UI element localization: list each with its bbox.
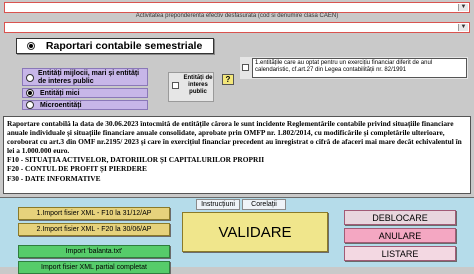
entity-option-small-label: Entități mici	[39, 90, 80, 97]
import-f20-button[interactable]: 2.Import fisier XML - F20 la 30/06/AP	[18, 223, 170, 236]
import-balanta-label: Import 'balanta.txt'	[65, 248, 123, 255]
tab-correlations[interactable]: Corelații	[242, 199, 286, 210]
entity-option-large-radio[interactable]	[26, 74, 34, 82]
entity-option-large-label: Entități mijlocii, mari și entități de i…	[38, 70, 140, 85]
import-f20-label: 2.Import fisier XML - F20 la 30/06/AP	[36, 226, 152, 233]
activity-select-2[interactable]: ▼	[4, 22, 470, 33]
activity-select-1[interactable]: ▼	[4, 2, 470, 13]
listare-button[interactable]: LISTARE	[344, 246, 456, 261]
fiscal-year-option: 1.entitățile care au optat pentru un exe…	[240, 57, 468, 79]
entity-option-micro[interactable]: Microentități	[22, 100, 148, 110]
chevron-down-icon[interactable]: ▼	[458, 24, 468, 31]
tab-instructions[interactable]: Instrucțiuni	[196, 199, 240, 210]
import-f10-label: 1.Import fisier XML - F10 la 31/12/AP	[36, 210, 152, 217]
entity-option-small[interactable]: Entități mici	[22, 88, 148, 98]
entity-option-micro-radio[interactable]	[26, 101, 34, 110]
report-description: Raportare contabilă la data de 30.06.202…	[3, 116, 471, 194]
report-description-text: Raportare contabilă la data de 30.06.202…	[7, 119, 462, 156]
public-interest-checkbox[interactable]	[172, 82, 179, 89]
anulare-button[interactable]: ANULARE	[344, 228, 456, 243]
report-type-radio[interactable]	[27, 42, 35, 51]
help-button[interactable]: ?	[222, 74, 234, 85]
fiscal-year-info: 1.entitățile care au optat pentru un exe…	[252, 58, 467, 78]
activity-caption: Activitatea preponderenta efectiv desfas…	[135, 13, 339, 19]
public-interest-label: Entități de interes public	[183, 75, 213, 95]
entity-option-large[interactable]: Entități mijlocii, mari și entități de i…	[22, 68, 148, 86]
chevron-down-icon[interactable]: ▼	[458, 4, 468, 11]
import-f10-button[interactable]: 1.Import fisier XML - F10 la 31/12/AP	[18, 207, 170, 220]
report-type-header[interactable]: Raportari contabile semestriale	[16, 38, 214, 54]
import-balanta-button[interactable]: Import 'balanta.txt'	[18, 245, 170, 258]
public-interest-group: Entități de interes public	[168, 72, 214, 102]
entity-option-micro-label: Microentități	[39, 102, 82, 109]
import-partial-label: Import fisier XML partial completat	[41, 264, 147, 271]
form-f10: F10 - SITUAȚIA ACTIVELOR, DATORIILOR ȘI …	[7, 155, 265, 165]
deblocare-button[interactable]: DEBLOCARE	[344, 210, 456, 225]
report-type-title: Raportari contabile semestriale	[45, 40, 203, 52]
entity-option-small-radio[interactable]	[26, 89, 34, 98]
fiscal-year-checkbox[interactable]	[242, 64, 249, 71]
import-partial-button[interactable]: Import fisier XML partial completat	[18, 261, 170, 274]
form-f20: F20 - CONTUL DE PROFIT ȘI PIERDERE	[7, 164, 147, 174]
form-f30: F30 - DATE INFORMATIVE	[7, 173, 101, 183]
validate-button[interactable]: VALIDARE	[182, 212, 328, 252]
